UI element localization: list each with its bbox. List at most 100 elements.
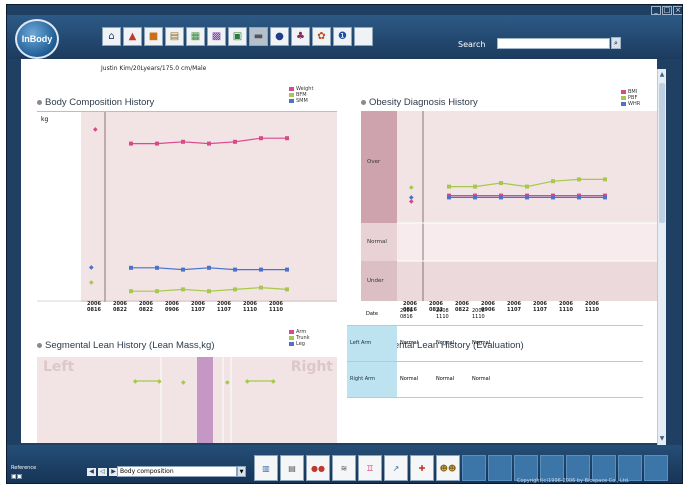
eval-row-right-arm: Right Arm Normal Normal Normal (347, 361, 643, 398)
eval-date-day: 1110 (472, 313, 485, 320)
right-arm-marker: ◆ (271, 378, 276, 385)
search-button[interactable]: ⌕ (611, 37, 621, 49)
x-tick-day: 0822 (139, 307, 153, 313)
eval-date-day: 1110 (436, 313, 449, 320)
data-point-pbf (499, 181, 503, 185)
search-input[interactable] (497, 38, 610, 49)
data-point-whr (499, 195, 503, 200)
eval-date-col: 2006 0816 (397, 303, 433, 326)
settings-icon[interactable]: ✿ (312, 27, 331, 46)
thumb-analysis[interactable]: ▤ (280, 455, 304, 481)
eval-cell: Normal (469, 361, 643, 398)
thumb-segmental[interactable]: ♊ (358, 455, 382, 481)
data-point-pbf (551, 179, 555, 184)
scroll-down-icon[interactable]: ▼ (658, 435, 666, 443)
eval-cell: Normal (469, 325, 643, 362)
x-tick-label: 2006 0906 (159, 301, 185, 313)
band-label-under: Under (367, 278, 384, 284)
thumb-trend[interactable]: ↗ (384, 455, 408, 481)
data-point-smm (207, 265, 211, 270)
first-bfm-marker: ◆ (89, 279, 94, 286)
bullet-icon (37, 342, 42, 348)
data-point-weight (233, 139, 237, 144)
thumb-fitness[interactable]: ≋ (332, 455, 356, 481)
home-icon[interactable]: ⌂ (102, 27, 121, 46)
reference-icons[interactable]: ▣▣ (11, 473, 22, 480)
legend-swatch (621, 89, 626, 94)
data-point-smm (129, 265, 133, 270)
obesity-title: Obesity Diagnosis History (361, 97, 478, 108)
report-type-select[interactable]: Body composition (117, 466, 237, 477)
body-composition-chart: kg ◆ ◆ ◆ (37, 111, 337, 302)
legend-swatch (289, 92, 294, 97)
normal-band (397, 223, 657, 261)
thumb-history[interactable]: ●● (306, 455, 330, 481)
data-point-weight (259, 136, 263, 141)
folder-icon[interactable]: ■ (144, 27, 163, 46)
person-icon[interactable]: ▲ (123, 27, 142, 46)
data-point-pbf (603, 177, 607, 182)
inbody-logo: InBody (15, 19, 59, 59)
first-weight-marker: ◆ (93, 126, 98, 133)
legend-swatch (289, 86, 294, 91)
x-tick-label: 2006 0816 (81, 301, 107, 313)
left-arm-marker: ◆ (133, 378, 138, 385)
x-tick-day: 0822 (113, 307, 127, 313)
scroll-up-icon[interactable]: ▲ (658, 71, 666, 79)
eval-cell: Normal (433, 325, 469, 362)
segmental-mass-chart: Left Right ◆ ◆ ◆ ◆ ◆ ◆ (37, 357, 337, 443)
plot-background (81, 112, 337, 302)
trunk-marker: ◆ (181, 379, 186, 386)
thumb-slot[interactable] (488, 455, 512, 481)
eval-cell: Normal (397, 361, 433, 398)
eval-date-col: 2008 1110 (469, 303, 643, 326)
data-point-weight (207, 141, 211, 146)
table-icon[interactable]: ▣ (228, 27, 247, 46)
maximize-button[interactable]: □ (662, 6, 672, 15)
logo-text: InBody (21, 34, 53, 44)
data-point-bfm (129, 289, 133, 294)
thumb-slot[interactable] (644, 455, 668, 481)
x-tick-day: 1107 (191, 307, 205, 313)
first-bmi-marker: ◆ (409, 198, 414, 205)
x-tick-day: 0906 (165, 307, 179, 313)
chart-icon[interactable]: ▦ (186, 27, 205, 46)
prev-page-icon[interactable]: ◁ (98, 468, 107, 476)
eval-row-label: Left Arm (347, 325, 397, 362)
minimize-button[interactable]: _ (651, 6, 661, 15)
data-point-whr (473, 195, 477, 200)
data-point-whr (447, 195, 451, 200)
blank-icon[interactable] (354, 27, 373, 46)
app-window: _ □ × InBody ⌂ ▲ ■ ▤ ▦ ▩ ▣ ▬ ● ♣ ✿ ❶ Sea… (6, 4, 683, 484)
users-icon[interactable]: ♣ (291, 27, 310, 46)
eval-row-label: Right Arm (347, 361, 397, 398)
scroll-thumb[interactable] (659, 83, 665, 223)
first-smm-marker: ◆ (89, 264, 94, 271)
grid-icon[interactable]: ▩ (207, 27, 226, 46)
first-page-icon[interactable]: ◀ (87, 468, 96, 476)
thumb-compare[interactable]: ✚ (410, 455, 434, 481)
data-point-smm (259, 267, 263, 272)
thumb-slot[interactable] (462, 455, 486, 481)
chevron-down-icon[interactable]: ▼ (237, 466, 246, 477)
data-point-bfm (285, 287, 289, 292)
eval-row-left-arm: Left Arm Normal Normal Normal (347, 325, 643, 362)
x-tick-day: 1107 (217, 307, 231, 313)
nav-arrows: ◀ ◁ ▶ (87, 468, 118, 476)
eval-date-col: 2008 1110 (433, 303, 469, 326)
list-icon[interactable]: ▬ (249, 27, 268, 46)
thumb-people[interactable]: ☻☻ (436, 455, 460, 481)
obesity-chart: ◆ ◆ ◆ Over Normal Under (361, 111, 657, 301)
segmental-eval-table: Date 2006 0816 2008 1110 2008 1110 Left Arm… (347, 303, 643, 398)
segmental-mass-title: Segmental Lean History (Lean Mass,kg) (37, 340, 215, 351)
globe-icon[interactable]: ● (270, 27, 289, 46)
vertical-scrollbar[interactable]: ▲ ▼ (657, 69, 666, 445)
close-button[interactable]: × (673, 6, 682, 15)
book-icon[interactable]: ▤ (165, 27, 184, 46)
body-composition-plot: ◆ ◆ ◆ (37, 112, 337, 302)
data-point-whr (551, 195, 555, 200)
x-tick-label: 2006 0822 (107, 301, 133, 313)
body-composition-legend: Weight BFM SMM (289, 86, 313, 104)
thumb-body-composition[interactable]: ▥ (254, 455, 278, 481)
info-icon[interactable]: ❶ (333, 27, 352, 46)
